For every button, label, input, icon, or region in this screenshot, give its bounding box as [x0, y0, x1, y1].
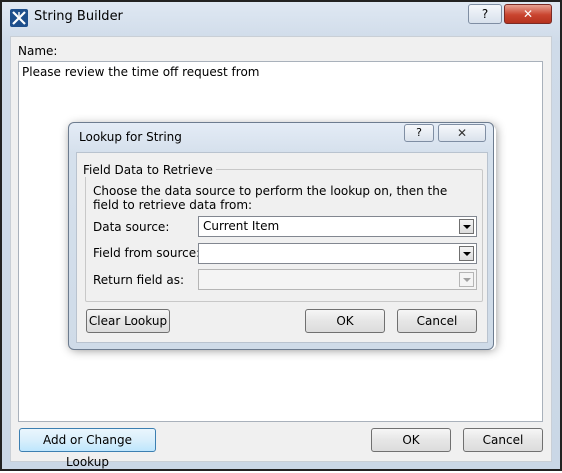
- data-source-label: Data source:: [93, 220, 170, 234]
- add-change-lookup-button[interactable]: Add or Change Lookup: [19, 428, 156, 469]
- string-text-value: Please review the time off request from: [22, 65, 260, 79]
- chevron-down-icon: [459, 272, 474, 287]
- lookup-close-button[interactable]: ✕: [438, 124, 486, 142]
- app-icon: [10, 9, 28, 27]
- field-from-source-dropdown[interactable]: [198, 243, 477, 264]
- lookup-cancel-button[interactable]: Cancel: [397, 309, 477, 333]
- group-title: Field Data to Retrieve: [80, 163, 216, 177]
- clear-lookup-button[interactable]: Clear Lookup: [86, 309, 170, 333]
- close-button[interactable]: ✕: [504, 4, 552, 24]
- lookup-help-button[interactable]: ?: [404, 124, 434, 142]
- chevron-down-icon[interactable]: [459, 246, 474, 261]
- chevron-down-icon[interactable]: [459, 219, 474, 234]
- return-field-dropdown: [198, 269, 477, 290]
- data-source-value: Current Item: [203, 219, 280, 233]
- instructions-text: Choose the data source to perform the lo…: [93, 184, 448, 212]
- help-button[interactable]: ?: [468, 4, 502, 24]
- window-title: String Builder: [34, 9, 123, 24]
- name-label: Name:: [18, 44, 58, 58]
- data-source-dropdown[interactable]: Current Item: [198, 216, 477, 237]
- lookup-ok-button[interactable]: OK: [305, 309, 385, 333]
- lookup-dialog-title: Lookup for String: [79, 130, 182, 144]
- field-from-source-label: Field from source:: [93, 246, 201, 260]
- return-field-label: Return field as:: [93, 273, 184, 287]
- ok-button[interactable]: OK: [371, 428, 451, 452]
- cancel-button[interactable]: Cancel: [463, 428, 543, 452]
